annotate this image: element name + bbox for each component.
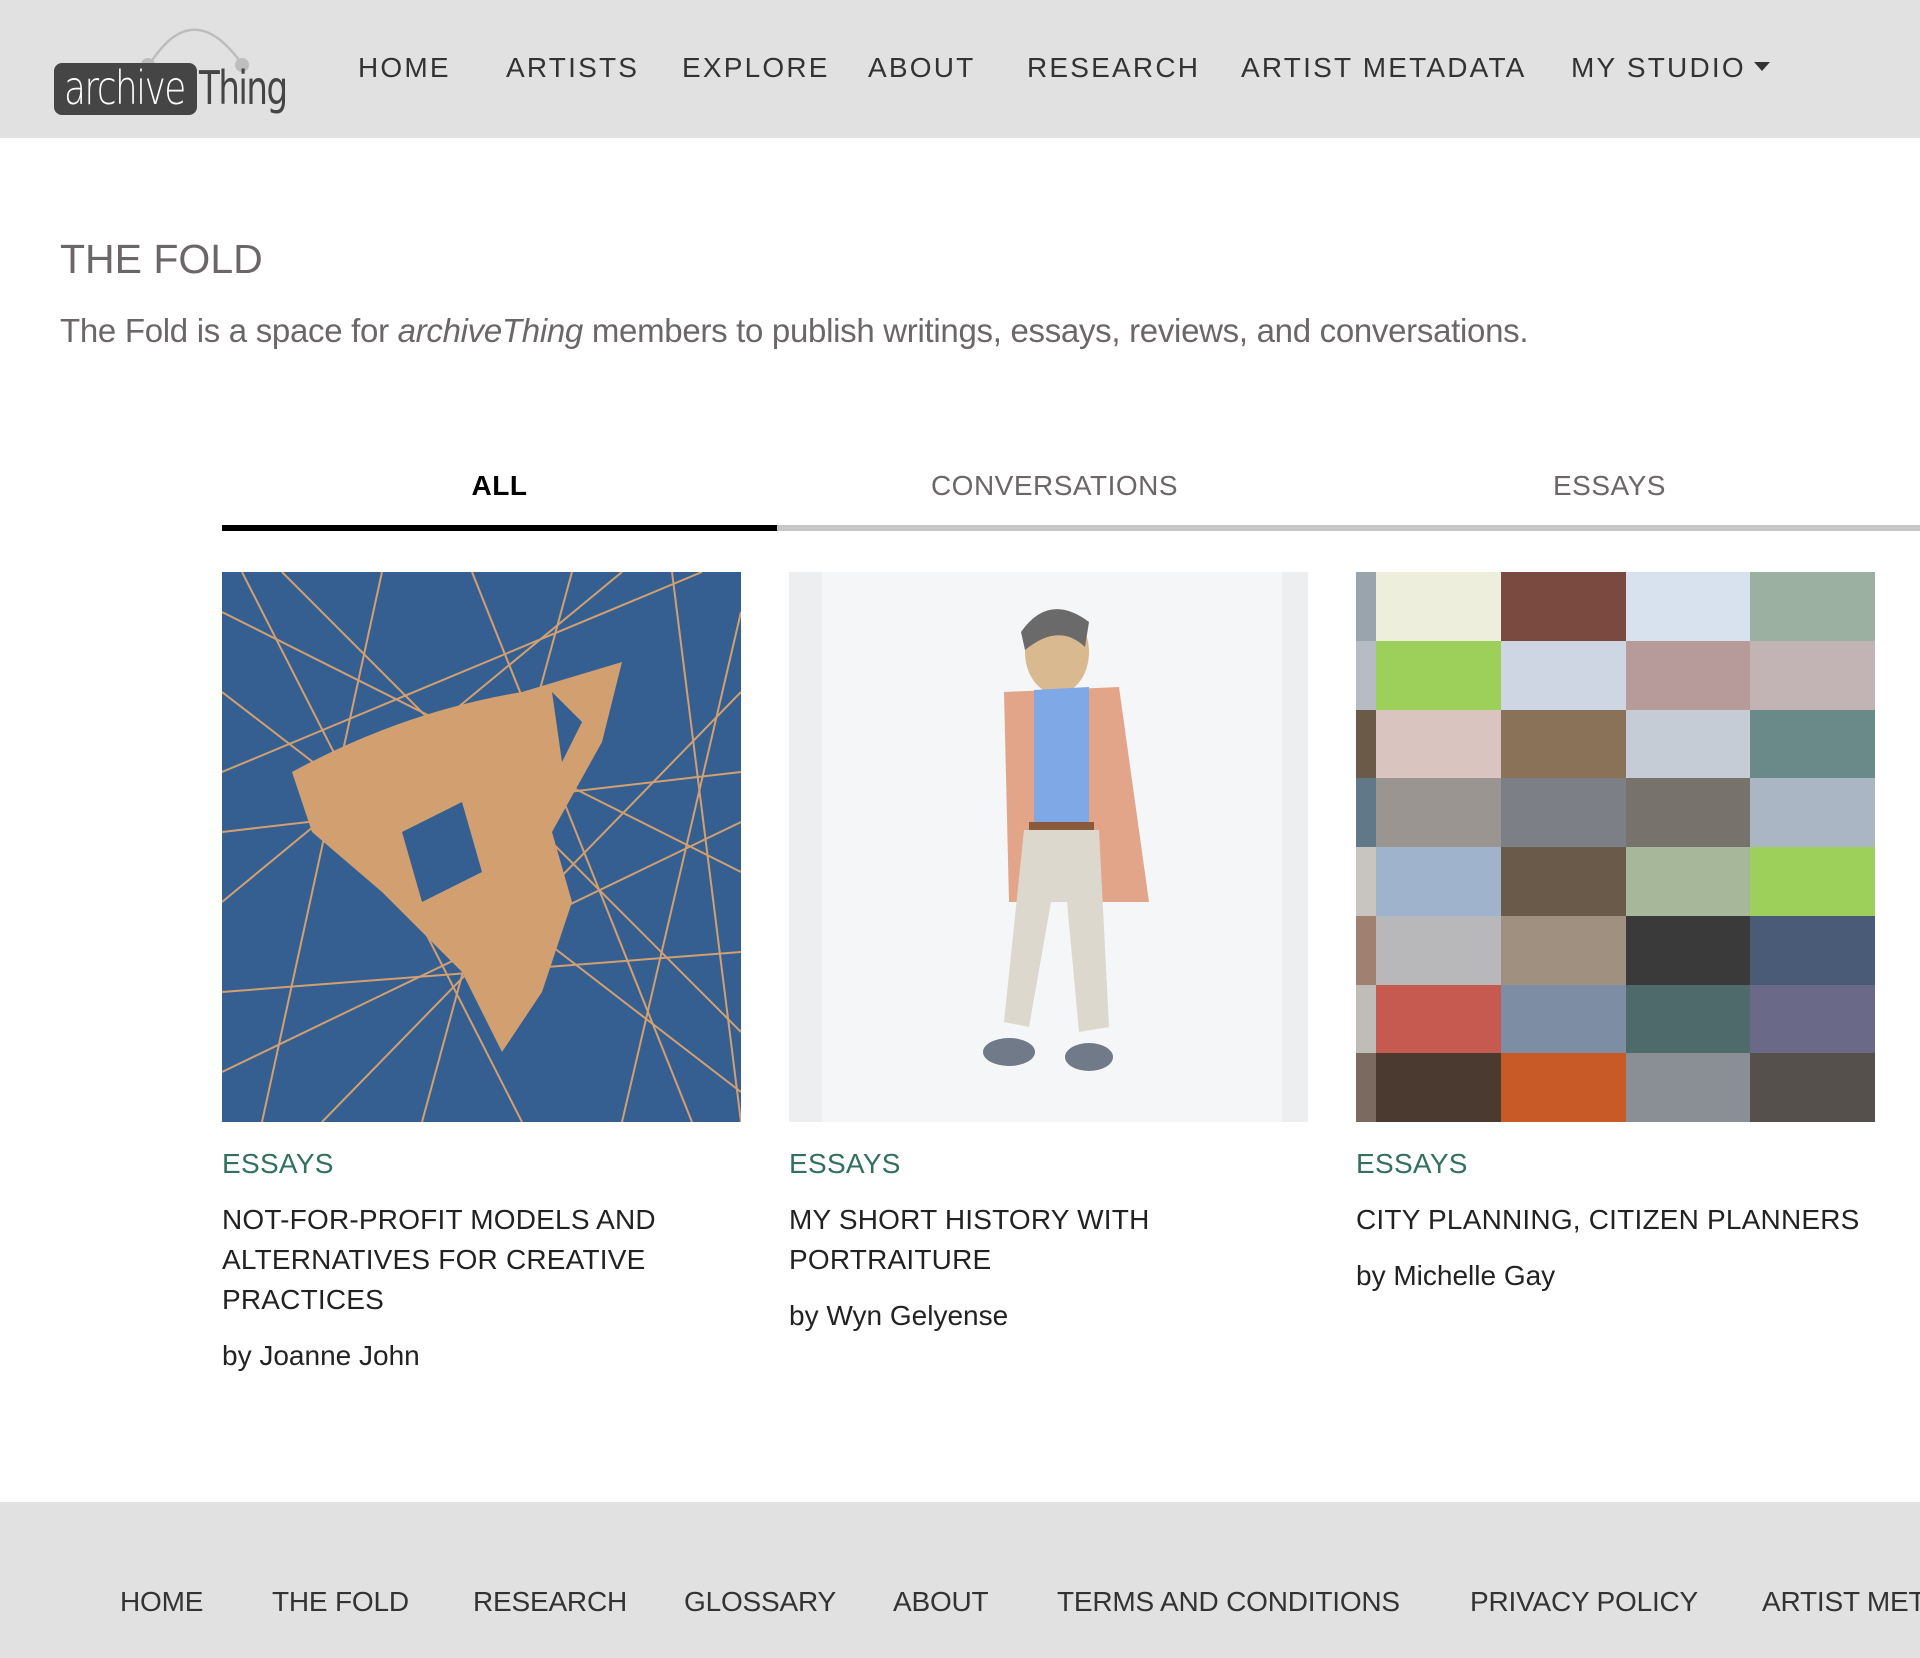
nav-explore[interactable]: EXPLORE bbox=[682, 48, 830, 88]
article-author: by Michelle Gay bbox=[1356, 1260, 1556, 1291]
article-category[interactable]: ESSAYS bbox=[222, 1144, 741, 1184]
nav-research[interactable]: RESEARCH bbox=[1027, 48, 1200, 88]
footer-link-terms[interactable]: TERMS AND CONDITIONS bbox=[1057, 1582, 1400, 1622]
footer-link-the-fold[interactable]: THE FOLD bbox=[272, 1582, 409, 1622]
article-category[interactable]: ESSAYS bbox=[1356, 1144, 1875, 1184]
footer-link-about[interactable]: ABOUT bbox=[893, 1582, 989, 1622]
intro-text-end: members to publish writings, essays, rev… bbox=[582, 312, 1529, 349]
nav-my-studio[interactable]: MY STUDIO bbox=[1571, 48, 1770, 88]
tab-essays[interactable]: ESSAYS bbox=[1332, 460, 1887, 532]
nav-artist-metadata[interactable]: ARTIST METADATA bbox=[1241, 48, 1527, 88]
page-title: THE FOLD bbox=[60, 236, 263, 282]
footer-link-glossary[interactable]: GLOSSARY bbox=[684, 1582, 836, 1622]
footer-link-privacy[interactable]: PRIVACY POLICY bbox=[1470, 1582, 1698, 1622]
article-card[interactable]: ESSAYS MY SHORT HISTORY WITH PORTRAITURE… bbox=[789, 572, 1308, 1336]
article-title[interactable]: NOT-FOR-PROFIT MODELS AND ALTERNATIVES F… bbox=[222, 1200, 741, 1320]
nav-artists[interactable]: ARTISTS bbox=[506, 48, 639, 88]
nav-home[interactable]: HOME bbox=[358, 48, 451, 88]
article-title[interactable]: CITY PLANNING, CITIZEN PLANNERS bbox=[1356, 1200, 1875, 1240]
portrait-painting-image bbox=[789, 572, 1308, 1122]
intro-brand-name: archiveThing bbox=[397, 312, 584, 349]
article-title[interactable]: MY SHORT HISTORY WITH PORTRAITURE bbox=[789, 1200, 1308, 1280]
article-author: by Joanne John bbox=[222, 1340, 420, 1371]
abstract-artwork-image bbox=[222, 572, 741, 1122]
tab-conversations[interactable]: CONVERSATIONS bbox=[777, 460, 1332, 532]
archivething-logo[interactable]: archive Thing bbox=[52, 14, 302, 118]
top-navbar: archive Thing HOME ARTISTS EXPLORE ABOUT… bbox=[0, 0, 1920, 138]
page-intro: The Fold is a space for archiveThing mem… bbox=[60, 312, 1529, 350]
footer-link-research[interactable]: RESEARCH bbox=[473, 1582, 627, 1622]
article-author: by Wyn Gelyense bbox=[789, 1300, 1009, 1331]
logo-text-archive: archive bbox=[64, 61, 186, 115]
caret-down-icon bbox=[1753, 62, 1770, 72]
tab-active-indicator bbox=[222, 525, 777, 531]
logo-text-thing: Thing bbox=[199, 61, 288, 115]
footer-link-artist-metadata[interactable]: ARTIST METADATA bbox=[1762, 1582, 1920, 1622]
intro-text-start: The Fold is a space for bbox=[60, 312, 398, 349]
nav-about[interactable]: ABOUT bbox=[868, 48, 975, 88]
article-image-abstract[interactable] bbox=[222, 572, 741, 1122]
article-image-portrait[interactable] bbox=[789, 572, 1308, 1122]
footer: HOME THE FOLD RESEARCH GLOSSARY ABOUT TE… bbox=[0, 1502, 1920, 1658]
nav-my-studio-label: MY STUDIO bbox=[1571, 52, 1746, 83]
article-category[interactable]: ESSAYS bbox=[789, 1144, 1308, 1184]
article-card[interactable]: ESSAYS NOT-FOR-PROFIT MODELS AND ALTERNA… bbox=[222, 572, 741, 1376]
article-image-collage[interactable] bbox=[1356, 572, 1875, 1122]
footer-link-home[interactable]: HOME bbox=[120, 1582, 203, 1622]
filter-tabs: ALL CONVERSATIONS ESSAYS bbox=[222, 460, 1920, 532]
tab-all[interactable]: ALL bbox=[222, 460, 777, 532]
article-card[interactable]: ESSAYS CITY PLANNING, CITIZEN PLANNERS b… bbox=[1356, 572, 1875, 1296]
